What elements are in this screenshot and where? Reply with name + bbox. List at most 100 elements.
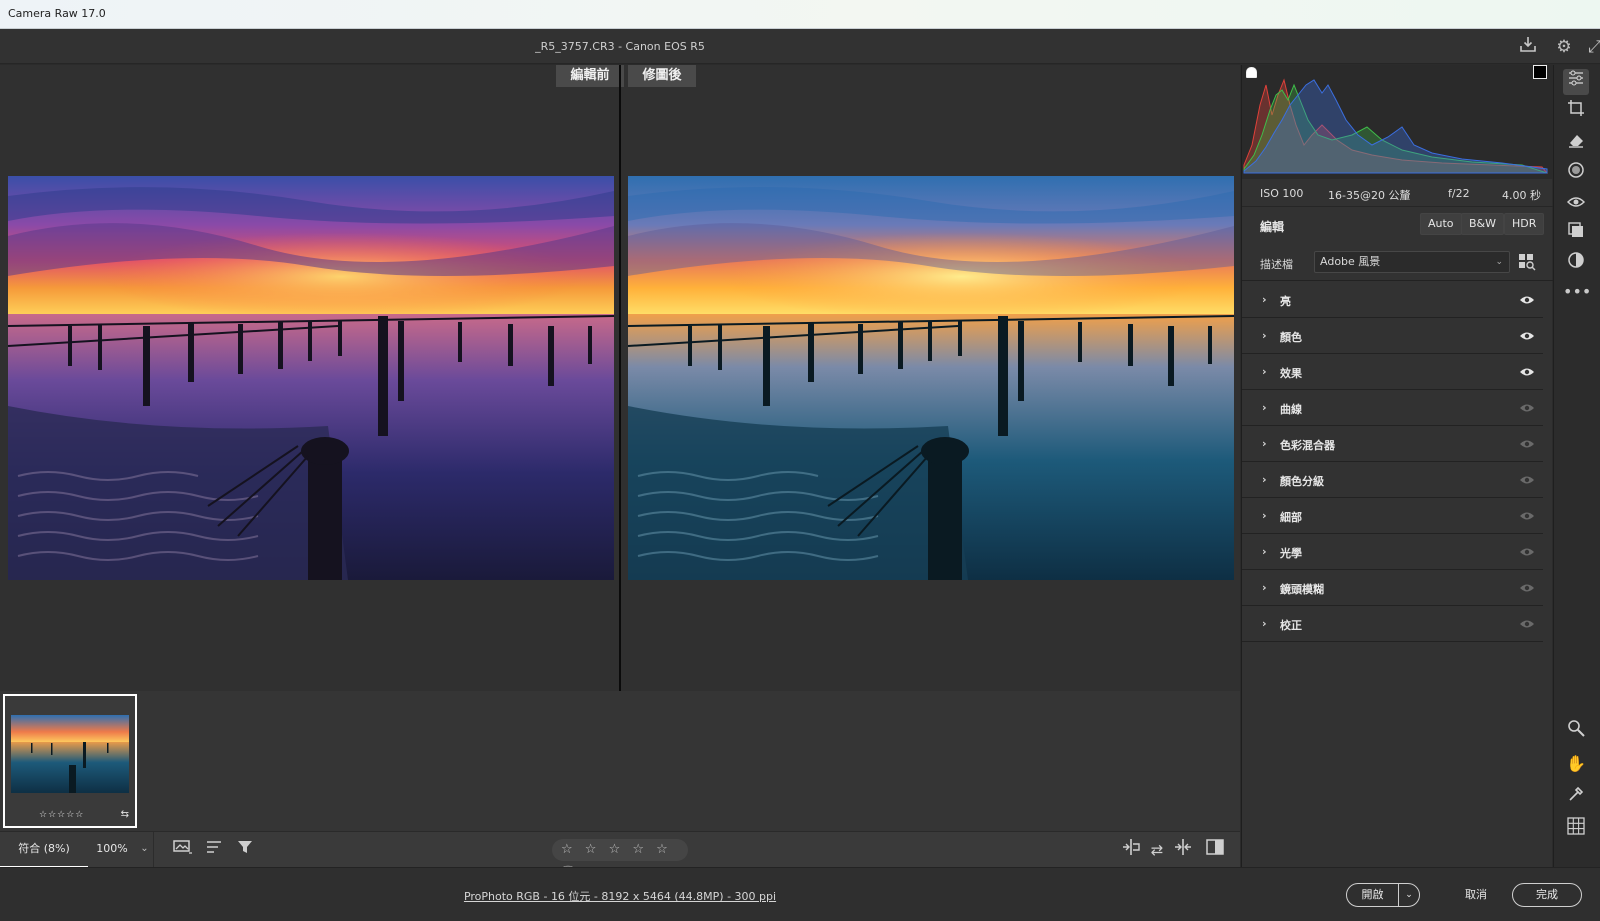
section-label[interactable]: 鏡頭模糊 — [1280, 581, 1324, 597]
chevron-right-icon[interactable]: › — [1262, 509, 1267, 522]
eraser-icon[interactable] — [1563, 131, 1589, 157]
sampler-tool-icon[interactable] — [1563, 785, 1589, 811]
chevron-right-icon[interactable]: › — [1262, 365, 1267, 378]
save-image-icon[interactable] — [1516, 35, 1540, 59]
rating-control[interactable]: ☆ ☆ ☆ ☆ ☆ 🗑 — [552, 839, 688, 878]
visibility-eye-icon[interactable] — [1519, 508, 1535, 524]
presets-icon[interactable] — [1563, 251, 1589, 277]
thumbnail-rating: ☆☆☆☆☆ — [39, 810, 85, 820]
section-label[interactable]: 校正 — [1280, 617, 1302, 633]
chevron-right-icon[interactable]: › — [1262, 401, 1267, 414]
visibility-eye-icon[interactable] — [1519, 616, 1535, 632]
chevron-right-icon[interactable]: › — [1262, 473, 1267, 486]
profile-select[interactable]: Adobe 風景 ⌄ — [1314, 251, 1510, 273]
chevron-right-icon[interactable]: › — [1262, 581, 1267, 594]
sort-icon[interactable] — [202, 838, 228, 862]
edit-header: 編輯 Auto B&W HDR — [1242, 208, 1553, 242]
edit-sliders-icon[interactable] — [1563, 69, 1589, 95]
section-row[interactable]: › 色彩混合器 — [1242, 426, 1543, 462]
auto-button[interactable]: Auto — [1420, 213, 1462, 235]
rating-stars[interactable]: ☆ ☆ ☆ ☆ ☆ — [561, 842, 672, 857]
hand-tool-icon[interactable]: ✋ — [1563, 751, 1589, 777]
profile-row: 描述檔 Adobe 風景 ⌄ — [1242, 243, 1553, 281]
section-label[interactable]: 曲線 — [1280, 401, 1302, 417]
chevron-right-icon[interactable]: › — [1262, 437, 1267, 450]
open-button-group[interactable]: 開啟 ⌄ — [1346, 883, 1420, 907]
after-photo — [628, 176, 1234, 580]
profile-value: Adobe 風景 — [1320, 255, 1381, 268]
done-button[interactable]: 完成 — [1512, 883, 1582, 907]
compare-divider — [619, 65, 621, 691]
section-label[interactable]: 細部 — [1280, 509, 1302, 525]
zoom-fit-button[interactable]: 符合 (8%) — [0, 832, 88, 868]
more-options-icon[interactable]: ••• — [1563, 279, 1591, 305]
masking-icon[interactable] — [1563, 161, 1589, 187]
copy-settings-icon[interactable] — [1170, 838, 1196, 862]
filmstrip: ☆☆☆☆☆ ⇆ — [0, 691, 1240, 831]
hdr-button[interactable]: HDR — [1504, 213, 1545, 235]
filter-icon[interactable] — [234, 838, 260, 862]
section-row[interactable]: › 亮 — [1242, 282, 1543, 318]
red-eye-icon[interactable] — [1563, 193, 1589, 219]
file-name: _R5_3757.CR3 - Canon EOS R5 — [535, 40, 705, 53]
visibility-eye-icon[interactable] — [1519, 472, 1535, 488]
toggle-before-after-icon[interactable] — [1202, 838, 1228, 862]
chevron-right-icon[interactable]: › — [1262, 617, 1267, 630]
bw-button[interactable]: B&W — [1461, 213, 1505, 235]
filmstrip-thumbnail[interactable]: ☆☆☆☆☆ ⇆ — [3, 694, 137, 828]
section-label[interactable]: 亮 — [1280, 293, 1291, 309]
chevron-right-icon[interactable]: › — [1262, 293, 1267, 306]
profile-browser-grid-icon[interactable] — [1518, 253, 1536, 271]
profile-label: 描述檔 — [1260, 258, 1293, 271]
open-button[interactable]: 開啟 — [1347, 884, 1399, 906]
status-bar: ProPhoto RGB - 16 位元 - 8192 x 5464 (44.8… — [0, 867, 1600, 921]
visibility-eye-icon[interactable] — [1519, 364, 1535, 380]
crop-icon[interactable] — [1563, 99, 1589, 125]
zoom-dropdown-chevron-icon[interactable]: ⌄ — [136, 832, 154, 868]
section-row[interactable]: › 顏色 — [1242, 318, 1543, 354]
section-label[interactable]: 效果 — [1280, 365, 1302, 381]
aperture-value: f/22 — [1448, 187, 1470, 200]
section-row[interactable]: › 光學 — [1242, 534, 1543, 570]
visibility-eye-icon[interactable] — [1519, 292, 1535, 308]
visibility-eye-icon[interactable] — [1519, 544, 1535, 560]
section-label[interactable]: 光學 — [1280, 545, 1302, 561]
chevron-right-icon[interactable]: › — [1262, 329, 1267, 342]
thumbnail-image — [11, 715, 129, 793]
section-row[interactable]: › 細部 — [1242, 498, 1543, 534]
settings-gear-icon[interactable]: ⚙ — [1552, 35, 1576, 59]
swap-before-after-icon[interactable]: ⇄ — [1144, 838, 1170, 862]
snapshots-icon[interactable] — [1563, 221, 1589, 247]
tool-rail: ••• ✋ — [1553, 65, 1600, 867]
section-row[interactable]: › 校正 — [1242, 606, 1543, 642]
fullscreen-icon[interactable]: ⤢ — [1588, 35, 1600, 59]
visibility-eye-icon[interactable] — [1519, 580, 1535, 596]
section-row[interactable]: › 曲線 — [1242, 390, 1543, 426]
camera-info: ISO 100 16-35@20 公釐 f/22 4.00 秒 — [1242, 179, 1553, 207]
thumbnail-edited-badge: ⇆ — [120, 809, 129, 820]
visibility-eye-icon[interactable] — [1519, 328, 1535, 344]
iso-value: ISO 100 — [1260, 187, 1304, 200]
visibility-eye-icon[interactable] — [1519, 400, 1535, 416]
viewer-bottom-bar: 符合 (8%) 100% ⌄ ☆ ☆ ☆ ☆ ☆ 🗑 ⇄ — [0, 831, 1240, 878]
section-label[interactable]: 顏色 — [1280, 329, 1302, 345]
section-row[interactable]: › 效果 — [1242, 354, 1543, 390]
lens-value: 16-35@20 公釐 — [1328, 189, 1411, 202]
zoom-100-button[interactable]: 100% — [88, 832, 136, 868]
after-label: 修圖後 — [628, 65, 696, 87]
section-row[interactable]: › 顏色分級 — [1242, 462, 1543, 498]
section-row[interactable]: › 鏡頭模糊 — [1242, 570, 1543, 606]
grid-overlay-icon[interactable] — [1563, 817, 1589, 843]
before-label: 編輯前 — [556, 65, 624, 87]
chevron-right-icon[interactable]: › — [1262, 545, 1267, 558]
open-dropdown-chevron-icon[interactable]: ⌄ — [1399, 884, 1419, 906]
document-header: _R5_3757.CR3 - Canon EOS R5 ⚙ ⤢ — [0, 29, 1600, 64]
workflow-options-link[interactable]: ProPhoto RGB - 16 位元 - 8192 x 5464 (44.8… — [0, 888, 1240, 904]
filmstrip-toggle-icon[interactable] — [170, 838, 196, 862]
cancel-button[interactable]: 取消 — [1446, 883, 1506, 907]
zoom-tool-icon[interactable] — [1563, 719, 1589, 745]
section-label[interactable]: 色彩混合器 — [1280, 437, 1335, 453]
section-label[interactable]: 顏色分級 — [1280, 473, 1324, 489]
visibility-eye-icon[interactable] — [1519, 436, 1535, 452]
compare-view-split-icon[interactable] — [1118, 838, 1144, 862]
